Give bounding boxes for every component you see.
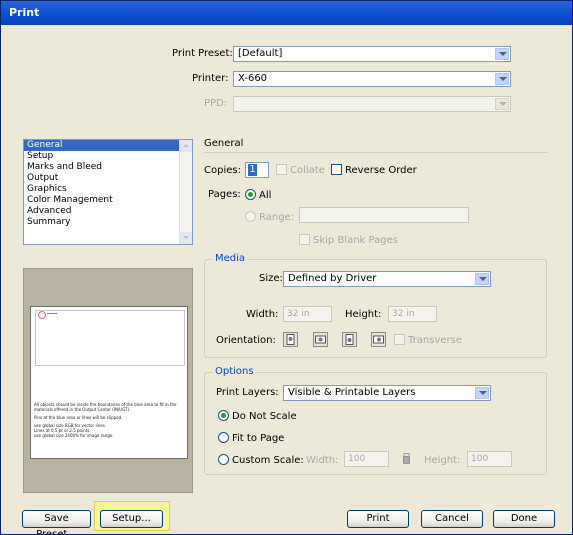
cancel-button[interactable]: Cancel xyxy=(421,510,483,528)
collate-label: Collate xyxy=(290,165,325,176)
ppd-label: PPD: xyxy=(204,98,228,109)
transverse-checkbox xyxy=(394,334,405,345)
custom-scale-radio[interactable] xyxy=(218,454,229,465)
done-button[interactable]: Done xyxy=(493,510,555,528)
width-label: Width: xyxy=(246,309,279,320)
skip-blank-pages-label: Skip Blank Pages xyxy=(313,235,398,246)
sidebar-item-color-management[interactable]: Color Management xyxy=(24,195,192,206)
print-preview: All objects should be inside the boundar… xyxy=(23,268,193,493)
size-dropdown[interactable]: Defined by Driver xyxy=(283,271,491,287)
printer-dropdown[interactable]: X-660 xyxy=(233,71,511,87)
scroll-up-icon[interactable] xyxy=(180,140,192,152)
sidebar-item-marks-and-bleed[interactable]: Marks and Bleed xyxy=(24,162,192,173)
print-layers-dropdown[interactable]: Visible & Printable Layers xyxy=(283,385,491,401)
printer-value: X-660 xyxy=(238,73,268,84)
print-dialog: Print Print Preset: [Default] Printer: X… xyxy=(0,0,573,535)
scale-height-input: 100 xyxy=(467,451,512,467)
copies-input[interactable]: 1 xyxy=(245,162,269,178)
height-label: Height: xyxy=(345,309,382,320)
scroll-down-icon[interactable] xyxy=(180,232,192,244)
pages-all-radio[interactable] xyxy=(245,189,256,200)
chevron-down-icon xyxy=(495,98,509,110)
printer-label: Printer: xyxy=(192,73,229,84)
media-height-input: 32 in xyxy=(388,306,437,322)
options-section-title: Options xyxy=(213,366,256,377)
sidebar-item-setup[interactable]: Setup xyxy=(24,151,192,162)
print-preset-value: [Default] xyxy=(238,48,283,59)
size-label: Size: xyxy=(259,273,283,284)
print-button[interactable]: Print xyxy=(347,510,409,528)
pages-range-input xyxy=(299,207,469,223)
transverse-label: Transverse xyxy=(408,335,462,346)
scale-height-label: Height: xyxy=(424,455,461,466)
reverse-landscape-orientation-icon[interactable] xyxy=(371,332,386,347)
list-scrollbar[interactable] xyxy=(179,140,192,244)
preview-page: All objects should be inside the boundar… xyxy=(30,306,188,459)
scale-width-input: 100 xyxy=(344,451,389,467)
category-list[interactable]: General Setup Marks and Bleed Output Gra… xyxy=(23,139,193,245)
portrait-orientation-icon[interactable] xyxy=(283,332,298,347)
save-preset-button[interactable]: Save Preset... xyxy=(22,510,91,534)
pages-label: Pages: xyxy=(208,189,241,200)
sidebar-item-general[interactable]: General xyxy=(24,140,192,151)
print-preset-label: Print Preset: xyxy=(172,48,233,59)
general-section-title: General xyxy=(204,138,244,149)
copies-label: Copies: xyxy=(204,165,241,176)
ppd-dropdown xyxy=(233,96,511,112)
collate-checkbox xyxy=(276,164,287,175)
registration-mark-icon xyxy=(38,311,46,319)
do-not-scale-radio[interactable] xyxy=(218,410,229,421)
pages-all-label[interactable]: All xyxy=(259,190,271,201)
print-layers-value: Visible & Printable Layers xyxy=(288,387,416,398)
print-preset-dropdown[interactable]: [Default] xyxy=(233,46,511,62)
landscape-orientation-icon[interactable] xyxy=(313,332,328,347)
custom-scale-label[interactable]: Custom Scale: xyxy=(232,455,304,466)
sidebar-item-advanced[interactable]: Advanced xyxy=(24,206,192,217)
sidebar-item-output[interactable]: Output xyxy=(24,173,192,184)
sidebar-item-graphics[interactable]: Graphics xyxy=(24,184,192,195)
media-width-input: 32 in xyxy=(283,306,332,322)
reverse-order-checkbox[interactable] xyxy=(331,164,342,175)
window-title: Print xyxy=(9,6,40,19)
preview-text-line: use global size 2400% for image range. xyxy=(34,433,114,438)
preview-mark xyxy=(47,313,57,314)
size-value: Defined by Driver xyxy=(288,273,377,284)
scale-width-label: Width: xyxy=(306,455,339,466)
preview-text-line: Pins at the blue area or lines will be c… xyxy=(34,415,123,420)
constrain-proportions-icon xyxy=(403,453,410,464)
orientation-label: Orientation: xyxy=(216,335,276,346)
copies-value: 1 xyxy=(248,164,257,176)
media-section-title: Media xyxy=(213,253,248,264)
chevron-down-icon[interactable] xyxy=(475,387,489,399)
preview-frame xyxy=(35,310,185,366)
chevron-down-icon[interactable] xyxy=(495,73,509,85)
chevron-down-icon[interactable] xyxy=(495,48,509,60)
general-divider xyxy=(204,152,547,153)
title-bar[interactable]: Print xyxy=(1,1,572,25)
fit-to-page-label[interactable]: Fit to Page xyxy=(232,433,284,444)
reverse-order-label[interactable]: Reverse Order xyxy=(345,165,417,176)
pages-range-radio xyxy=(245,211,256,222)
skip-blank-pages-checkbox xyxy=(299,234,310,245)
print-layers-label: Print Layers: xyxy=(216,387,279,398)
sidebar-item-summary[interactable]: Summary xyxy=(24,217,192,228)
pages-range-label: Range: xyxy=(259,212,295,223)
reverse-portrait-orientation-icon[interactable] xyxy=(342,332,357,347)
chevron-down-icon[interactable] xyxy=(475,273,489,285)
do-not-scale-label[interactable]: Do Not Scale xyxy=(232,411,297,422)
setup-button[interactable]: Setup... xyxy=(100,510,163,528)
fit-to-page-radio[interactable] xyxy=(218,432,229,443)
preview-text-line: materials offered in the Output Center (… xyxy=(34,407,131,412)
